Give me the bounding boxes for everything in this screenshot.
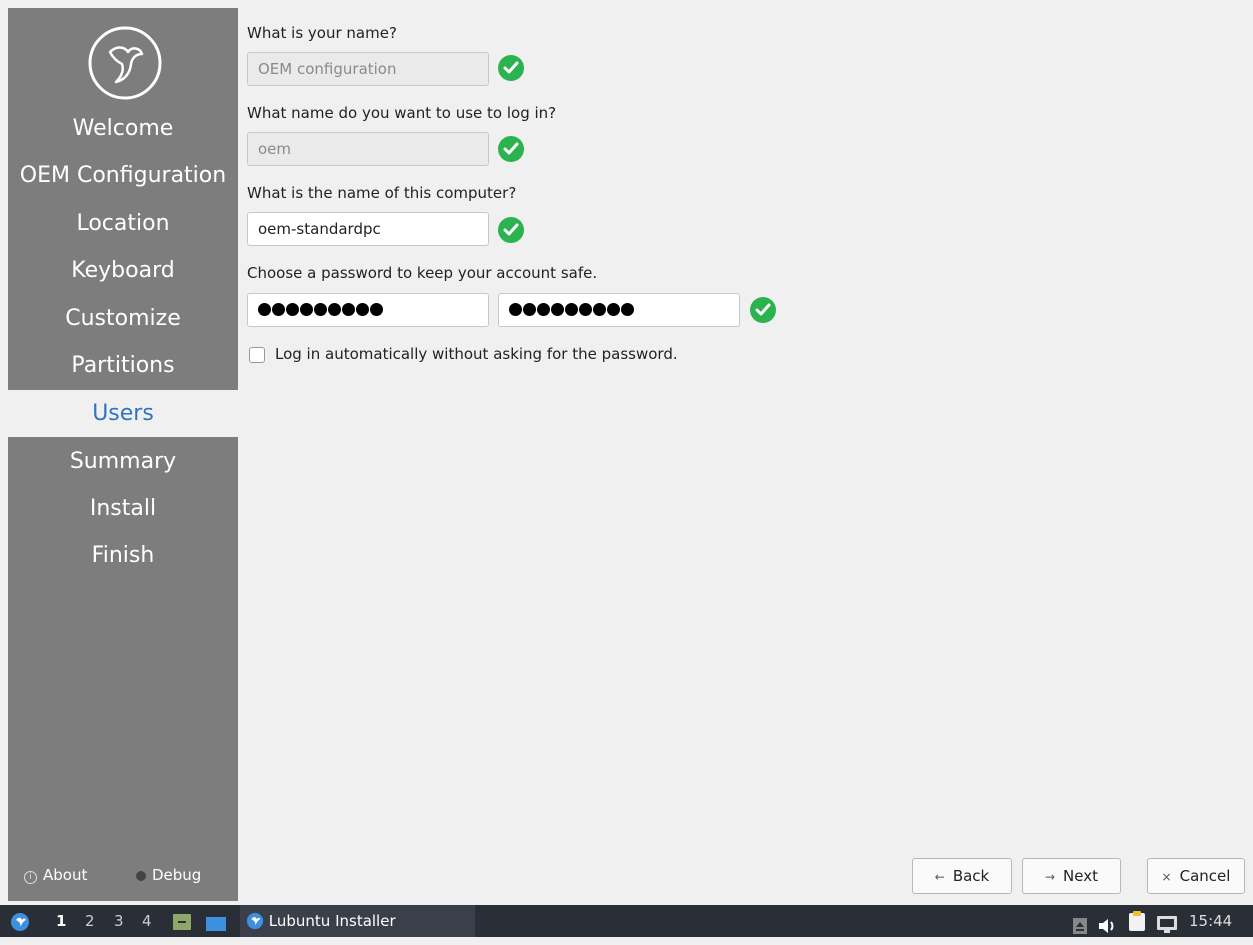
login-question: What name do you want to use to log in?	[247, 104, 557, 122]
start-menu-icon[interactable]	[10, 911, 30, 931]
about-label: About	[43, 866, 88, 884]
info-icon: i	[24, 871, 37, 884]
taskbar-item-lubuntu-installer[interactable]: Lubuntu Installer	[240, 905, 475, 937]
arrow-right-icon: →	[1044, 870, 1056, 884]
next-label: Next	[1063, 867, 1098, 885]
cancel-label: Cancel	[1179, 867, 1231, 885]
sidebar-item-install: Install	[89, 496, 157, 521]
close-icon: ×	[1161, 870, 1172, 884]
computer-question: What is the name of this computer?	[247, 184, 517, 202]
sidebar: Welcome OEM Configuration Location Keybo…	[8, 8, 238, 901]
password-question: Choose a password to keep your account s…	[247, 264, 598, 282]
back-button[interactable]: ← Back	[912, 858, 1012, 894]
clock[interactable]: 15:44	[1189, 905, 1232, 937]
sidebar-item-users: Users	[8, 390, 238, 437]
sidebar-item-oem-configuration: OEM Configuration	[19, 163, 227, 188]
password-mask	[258, 294, 384, 326]
eject-icon[interactable]	[1073, 913, 1087, 934]
name-question: What is your name?	[247, 24, 397, 42]
sidebar-item-customize: Customize	[65, 306, 181, 331]
sidebar-item-summary: Summary	[69, 449, 177, 474]
login-valid-check-icon	[498, 136, 524, 162]
name-valid-check-icon	[498, 55, 524, 81]
debug-label: Debug	[152, 866, 202, 884]
sidebar-item-partitions: Partitions	[71, 353, 175, 378]
task-label: Lubuntu Installer	[268, 912, 396, 930]
login-name-input[interactable]: oem	[247, 132, 489, 166]
arrow-left-icon: ←	[934, 870, 945, 884]
show-desktop-icon[interactable]	[205, 912, 227, 932]
password-input[interactable]	[247, 293, 489, 327]
lubuntu-installer-icon	[246, 912, 264, 930]
workspace-2[interactable]: 2	[85, 905, 95, 937]
next-button[interactable]: → Next	[1022, 858, 1121, 894]
sidebar-item-location: Location	[76, 211, 170, 236]
workspace-3[interactable]: 3	[114, 905, 124, 937]
workspace-1[interactable]: 1	[56, 905, 66, 937]
autologin-checkbox[interactable]	[249, 347, 265, 363]
autologin-label[interactable]: Log in automatically without asking for …	[275, 345, 678, 363]
computer-name-input[interactable]: oem-standardpc	[247, 212, 489, 246]
full-name-input[interactable]: OEM configuration	[247, 52, 489, 86]
lubuntu-logo-icon	[86, 24, 164, 102]
sidebar-item-welcome: Welcome	[72, 116, 174, 141]
cancel-button[interactable]: × Cancel	[1147, 858, 1245, 894]
file-manager-icon[interactable]	[172, 911, 192, 931]
computer-valid-check-icon	[498, 217, 524, 243]
password-valid-check-icon	[750, 297, 776, 323]
taskbar: 1 2 3 4 Lubuntu Installer 15:44	[0, 905, 1253, 937]
back-label: Back	[952, 867, 990, 885]
password-confirm-input[interactable]	[498, 293, 740, 327]
about-button[interactable]: i About	[24, 866, 87, 884]
volume-icon[interactable]	[1098, 913, 1116, 933]
sidebar-item-finish: Finish	[91, 543, 155, 568]
clipboard-icon[interactable]	[1127, 910, 1147, 932]
password-confirm-mask	[509, 294, 635, 326]
workspace-4[interactable]: 4	[142, 905, 152, 937]
sidebar-item-keyboard: Keyboard	[71, 258, 175, 283]
debug-dot-icon	[136, 871, 146, 881]
network-icon[interactable]	[1156, 912, 1178, 933]
debug-button[interactable]: Debug	[136, 866, 201, 884]
